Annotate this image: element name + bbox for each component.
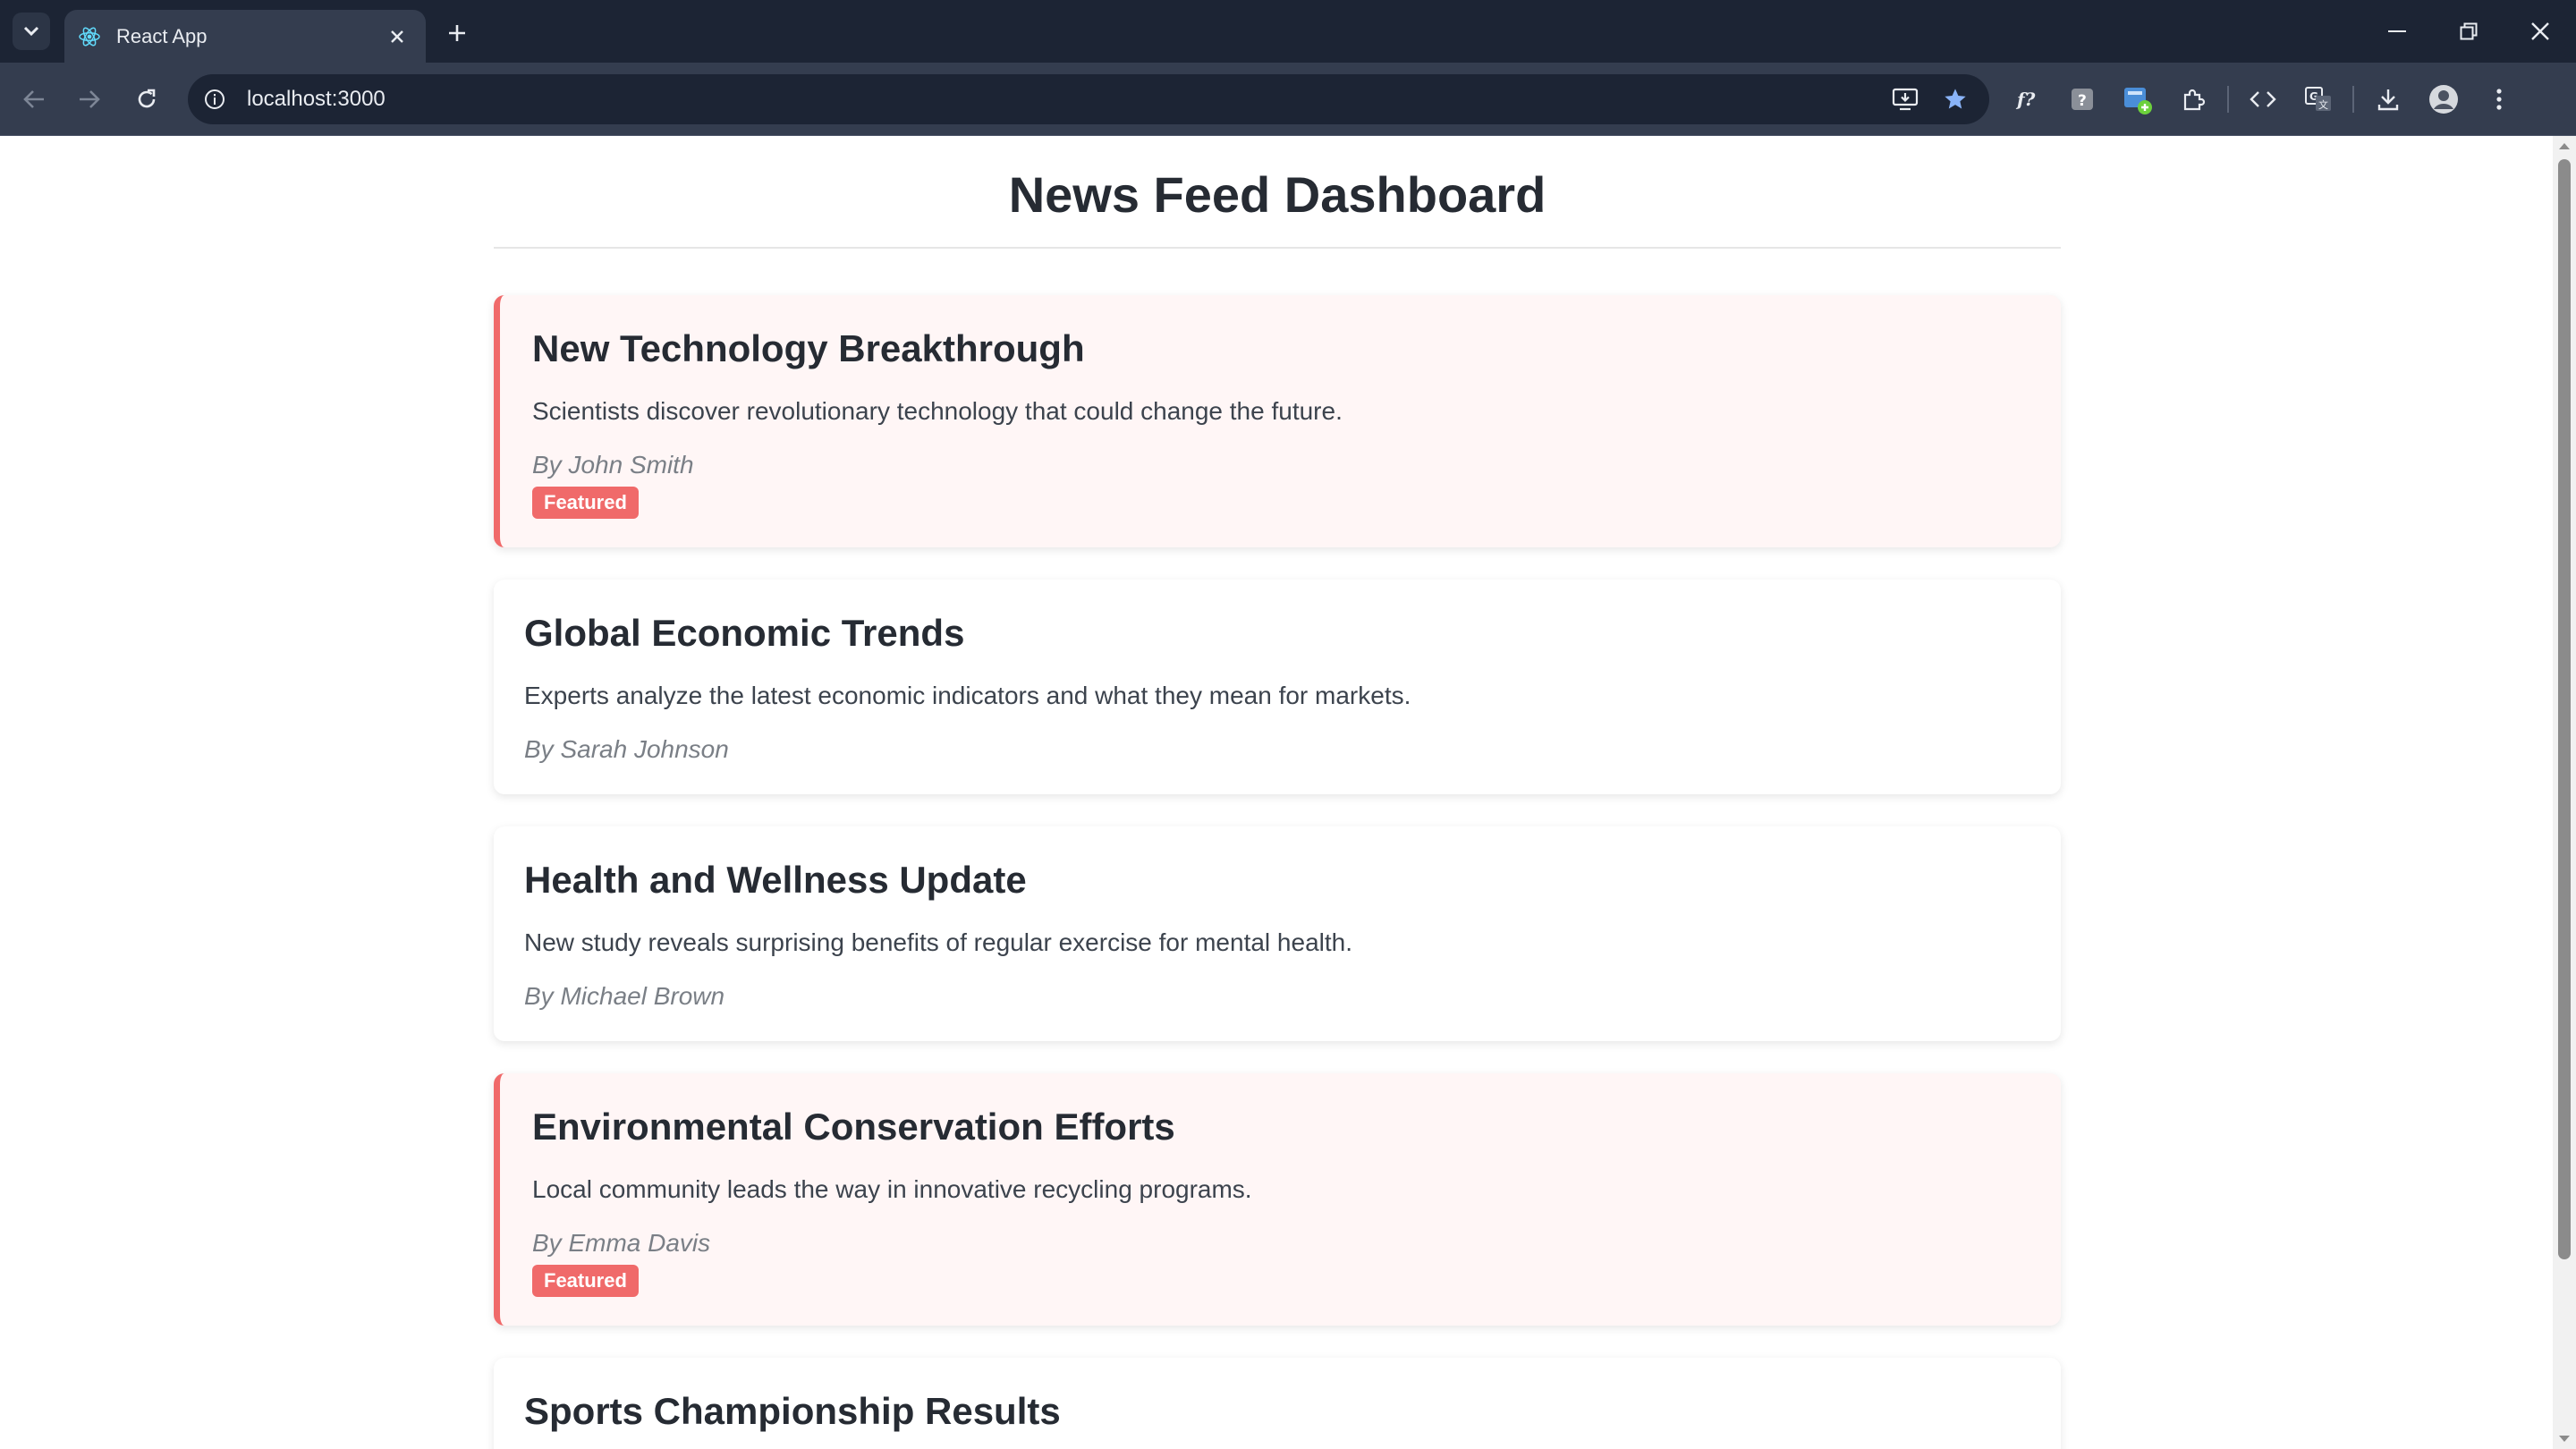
address-bar[interactable]: localhost:3000 (188, 74, 1989, 124)
extensions-area: f? ? G文 (2007, 80, 2519, 119)
article-author: By Emma Davis (532, 1229, 711, 1257)
restore-button[interactable] (2444, 11, 2494, 52)
article-card[interactable]: Global Economic Trends Experts analyze t… (494, 580, 2061, 794)
back-button[interactable] (14, 80, 54, 119)
translate-icon[interactable]: G文 (2299, 80, 2338, 119)
browser-toolbar: localhost:3000 f? ? G文 (0, 63, 2576, 136)
minimize-button[interactable] (2372, 11, 2422, 52)
scroll-down-icon[interactable] (2557, 1433, 2572, 1445)
article-summary: New study reveals surprising benefits of… (524, 928, 1352, 956)
puzzle-icon[interactable] (2174, 80, 2213, 119)
article-card[interactable]: Sports Championship Results (494, 1358, 2061, 1449)
download-icon[interactable] (2368, 80, 2408, 119)
svg-text:文: 文 (2318, 98, 2328, 111)
page-viewport: News Feed Dashboard New Technology Break… (0, 136, 2576, 1449)
arrow-left-icon (23, 90, 44, 108)
url-text: localhost:3000 (247, 87, 386, 111)
bookmark-star-icon[interactable] (1936, 80, 1975, 119)
featured-badge: Featured (532, 487, 639, 519)
close-icon[interactable] (383, 22, 411, 51)
svg-text:?: ? (2078, 92, 2087, 110)
function-extension-icon[interactable]: f? (2007, 80, 2046, 119)
tab-react-app[interactable]: React App (64, 10, 426, 64)
install-app-icon[interactable] (1885, 80, 1925, 119)
article-card-featured[interactable]: Environmental Conservation Efforts Local… (494, 1073, 2061, 1326)
restore-icon (2460, 22, 2478, 40)
article-summary: Experts analyze the latest economic indi… (524, 682, 1411, 709)
plus-icon (449, 25, 465, 41)
scrollbar-thumb[interactable] (2558, 159, 2571, 1259)
article-title: Health and Wellness Update (524, 859, 1027, 901)
close-icon (2531, 22, 2549, 40)
article-title: Sports Championship Results (524, 1390, 1061, 1432)
article-summary: Scientists discover revolutionary techno… (532, 397, 1343, 425)
article-title: New Technology Breakthrough (532, 327, 1085, 369)
code-icon[interactable] (2243, 80, 2283, 119)
article-title: Environmental Conservation Efforts (532, 1106, 1175, 1148)
close-window-button[interactable] (2515, 11, 2565, 52)
menu-kebab-icon[interactable] (2479, 80, 2519, 119)
article-author: By Sarah Johnson (524, 735, 729, 763)
toolbar-divider (2352, 86, 2354, 113)
article-card[interactable]: Health and Wellness Update New study rev… (494, 826, 2061, 1041)
help-extension-icon[interactable]: ? (2063, 80, 2102, 119)
react-logo-icon (77, 24, 102, 49)
minimize-icon (2388, 30, 2406, 32)
reload-icon (138, 89, 156, 108)
reload-button[interactable] (127, 80, 166, 119)
scroll-up-icon[interactable] (2557, 140, 2572, 152)
chevron-down-icon (23, 26, 39, 37)
profile-avatar-icon[interactable] (2424, 80, 2463, 119)
tab-search-button[interactable] (13, 13, 50, 50)
toolbar-divider (2227, 86, 2229, 113)
extension-badge-icon[interactable] (2118, 80, 2157, 119)
arrow-right-icon (80, 90, 100, 108)
featured-badge: Featured (532, 1265, 639, 1297)
article-title: Global Economic Trends (524, 612, 965, 654)
article-author: By Michael Brown (524, 982, 725, 1010)
new-tab-button[interactable] (438, 14, 476, 52)
article-author: By John Smith (532, 451, 694, 479)
browser-tab-bar: React App (0, 0, 2576, 64)
svg-text:f?: f? (2015, 89, 2036, 110)
dashboard-container: News Feed Dashboard New Technology Break… (494, 136, 2061, 1449)
vertical-scrollbar[interactable] (2553, 136, 2576, 1449)
page-title: News Feed Dashboard (494, 136, 2061, 249)
site-info-icon[interactable] (195, 80, 234, 119)
news-feed: New Technology Breakthrough Scientists d… (494, 295, 2061, 1449)
forward-button[interactable] (70, 80, 109, 119)
tab-title: React App (116, 25, 208, 47)
article-card-featured[interactable]: New Technology Breakthrough Scientists d… (494, 295, 2061, 547)
article-summary: Local community leads the way in innovat… (532, 1175, 1252, 1203)
